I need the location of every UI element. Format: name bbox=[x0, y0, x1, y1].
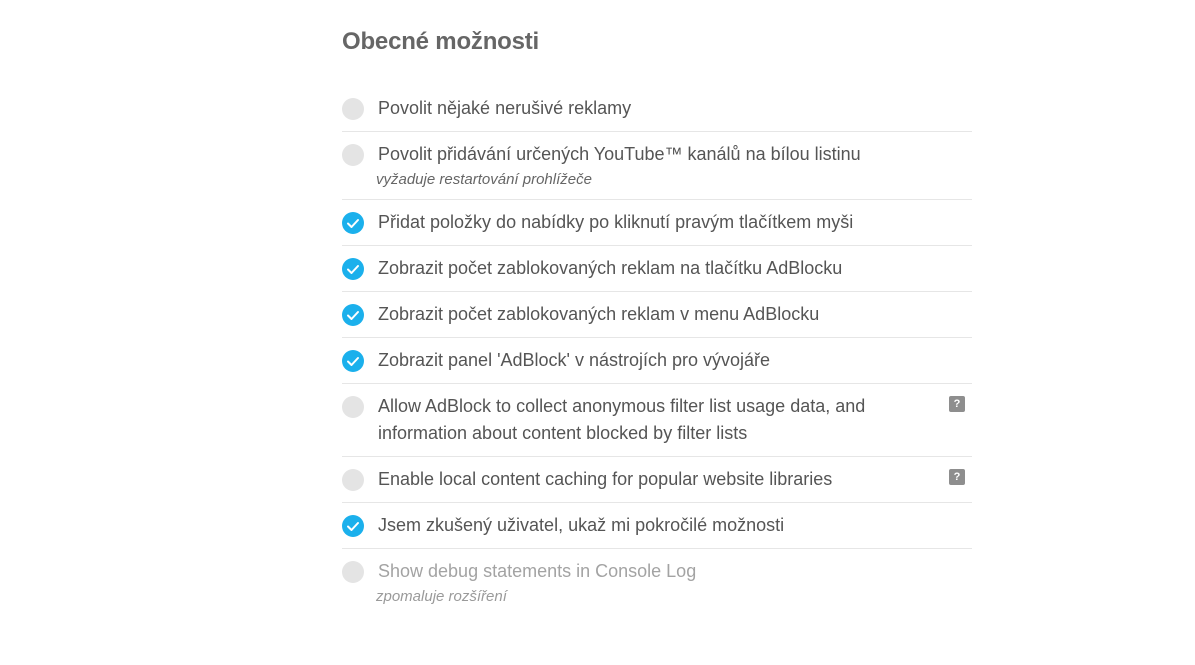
option-note: vyžaduje restartování prohlížeče bbox=[376, 171, 592, 188]
option-count-on-button: Zobrazit počet zablokovaných reklam na t… bbox=[342, 246, 972, 292]
option-label[interactable]: Enable local content caching for popular… bbox=[378, 469, 832, 489]
checkbox-advanced-user[interactable] bbox=[342, 515, 364, 537]
checkbox-count-in-menu[interactable] bbox=[342, 304, 364, 326]
option-label[interactable]: Povolit nějaké nerušivé reklamy bbox=[378, 98, 631, 118]
option-label[interactable]: Zobrazit počet zablokovaných reklam na t… bbox=[378, 258, 842, 278]
checkmark-icon bbox=[347, 219, 359, 228]
option-count-in-menu: Zobrazit počet zablokovaných reklam v me… bbox=[342, 292, 972, 338]
option-non-intrusive-ads: Povolit nějaké nerušivé reklamy bbox=[342, 86, 972, 132]
question-icon[interactable]: ? bbox=[949, 469, 965, 485]
option-label[interactable]: Jsem zkušený uživatel, ukaž mi pokročilé… bbox=[378, 515, 784, 535]
checkbox-debug-log[interactable] bbox=[342, 561, 364, 583]
option-label[interactable]: Povolit přidávání určených YouTube™ kaná… bbox=[378, 144, 861, 164]
options-list: Povolit nějaké nerušivé reklamy Povolit … bbox=[342, 86, 972, 616]
option-label[interactable]: Zobrazit počet zablokovaných reklam v me… bbox=[378, 304, 819, 324]
checkbox-context-menu[interactable] bbox=[342, 212, 364, 234]
general-options-panel: Obecné možnosti Povolit nějaké nerušivé … bbox=[342, 28, 972, 616]
checkbox-local-caching[interactable] bbox=[342, 469, 364, 491]
option-context-menu: Přidat položky do nabídky po kliknutí pr… bbox=[342, 200, 972, 246]
option-advanced-user: Jsem zkušený uživatel, ukaž mi pokročilé… bbox=[342, 503, 972, 549]
option-local-caching: Enable local content caching for popular… bbox=[342, 457, 972, 503]
checkmark-icon bbox=[347, 522, 359, 531]
option-label[interactable]: Allow AdBlock to collect anonymous filte… bbox=[378, 396, 865, 443]
option-anonymous-data: Allow AdBlock to collect anonymous filte… bbox=[342, 384, 972, 457]
option-note: zpomaluje rozšíření bbox=[376, 588, 507, 605]
checkbox-anonymous-data[interactable] bbox=[342, 396, 364, 418]
checkbox-youtube-whitelist[interactable] bbox=[342, 144, 364, 166]
option-label[interactable]: Show debug statements in Console Log bbox=[378, 561, 696, 581]
checkbox-devtools-panel[interactable] bbox=[342, 350, 364, 372]
option-youtube-whitelist: Povolit přidávání určených YouTube™ kaná… bbox=[342, 132, 972, 200]
option-label[interactable]: Zobrazit panel 'AdBlock' v nástrojích pr… bbox=[378, 350, 770, 370]
checkbox-count-on-button[interactable] bbox=[342, 258, 364, 280]
checkbox-non-intrusive-ads[interactable] bbox=[342, 98, 364, 120]
option-debug-log: Show debug statements in Console Log zpo… bbox=[342, 549, 972, 616]
checkmark-icon bbox=[347, 357, 359, 366]
section-title: Obecné možnosti bbox=[342, 28, 540, 55]
option-devtools-panel: Zobrazit panel 'AdBlock' v nástrojích pr… bbox=[342, 338, 972, 384]
checkmark-icon bbox=[347, 265, 359, 274]
question-icon[interactable]: ? bbox=[949, 396, 965, 412]
option-label[interactable]: Přidat položky do nabídky po kliknutí pr… bbox=[378, 212, 853, 232]
checkmark-icon bbox=[347, 311, 359, 320]
